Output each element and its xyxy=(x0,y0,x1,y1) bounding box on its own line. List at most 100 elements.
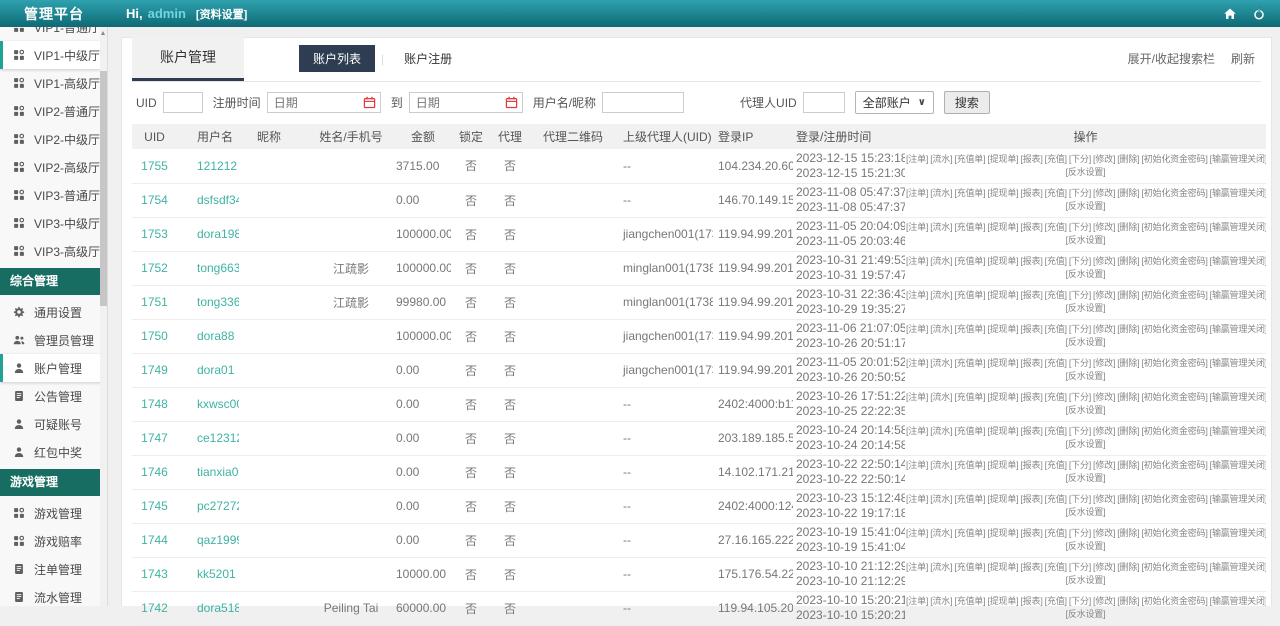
sidebar-item[interactable]: 通用设置 xyxy=(0,298,107,326)
action-link[interactable]: [报表] xyxy=(1020,562,1042,572)
action-link[interactable]: [删除] xyxy=(1117,426,1139,436)
action-link[interactable]: [输赢管理关闭] xyxy=(1210,188,1266,198)
action-link[interactable]: [流水] xyxy=(930,222,952,232)
refresh-link[interactable]: 刷新 xyxy=(1231,50,1255,67)
uid-link[interactable]: 1750 xyxy=(141,329,168,343)
tab-account-list[interactable]: 账户列表 xyxy=(299,45,375,72)
action-link[interactable]: [删除] xyxy=(1117,562,1139,572)
action-link[interactable]: [修改] xyxy=(1093,154,1115,164)
action-link[interactable]: [充值单] xyxy=(954,290,985,300)
uid-link[interactable]: 1751 xyxy=(141,295,168,309)
username-link[interactable]: dora5188 xyxy=(197,601,239,615)
sidebar-item[interactable]: 游戏赔率 xyxy=(0,527,107,555)
action-link[interactable]: [报表] xyxy=(1020,426,1042,436)
action-link[interactable]: [初始化资金密码] xyxy=(1141,392,1207,402)
logout-power-icon[interactable] xyxy=(1252,7,1266,21)
action-link[interactable]: [注单] xyxy=(906,222,928,232)
action-link[interactable]: [注单] xyxy=(906,494,928,504)
action-link[interactable]: [报表] xyxy=(1020,528,1042,538)
sidebar-scrollbar[interactable] xyxy=(100,27,107,606)
action-link[interactable]: [提现单] xyxy=(987,596,1018,606)
action-link[interactable]: [报表] xyxy=(1020,460,1042,470)
action-link[interactable]: [输赢管理关闭] xyxy=(1210,324,1266,334)
action-link[interactable]: [下分] xyxy=(1069,358,1091,368)
username-link[interactable]: 121212 xyxy=(197,159,237,173)
action-link[interactable]: [输赢管理关闭] xyxy=(1210,562,1266,572)
reg-date-to-field[interactable] xyxy=(409,92,523,113)
uid-link[interactable]: 1754 xyxy=(141,193,168,207)
action-link[interactable]: [流水] xyxy=(930,290,952,300)
search-button[interactable]: 搜索 xyxy=(944,91,990,114)
action-link[interactable]: [报表] xyxy=(1020,324,1042,334)
username-link[interactable]: qaz1999 xyxy=(197,533,239,547)
action-link[interactable]: [反水设置] xyxy=(1066,405,1106,415)
action-link[interactable]: [输赢管理关闭] xyxy=(1210,222,1266,232)
username-link[interactable]: dora1988 xyxy=(197,227,239,241)
action-link[interactable]: [输赢管理关闭] xyxy=(1210,154,1266,164)
username-link[interactable]: dora01 xyxy=(197,363,234,377)
uid-link[interactable]: 1747 xyxy=(141,431,168,445)
profile-settings-link[interactable]: [资料设置] xyxy=(196,6,247,22)
sidebar-item[interactable]: VIP2-普通厅 xyxy=(0,97,107,125)
action-link[interactable]: [初始化资金密码] xyxy=(1141,596,1207,606)
action-link[interactable]: [报表] xyxy=(1020,392,1042,402)
action-link[interactable]: [注单] xyxy=(906,392,928,402)
action-link[interactable]: [注单] xyxy=(906,256,928,266)
action-link[interactable]: [充值单] xyxy=(954,188,985,198)
action-link[interactable]: [输赢管理关闭] xyxy=(1210,392,1266,402)
action-link[interactable]: [充值] xyxy=(1045,528,1067,538)
reg-date-to-input[interactable] xyxy=(414,95,505,111)
action-link[interactable]: [删除] xyxy=(1117,222,1139,232)
action-link[interactable]: [下分] xyxy=(1069,222,1091,232)
sidebar-item[interactable]: VIP1-中级厅 xyxy=(0,41,107,69)
action-link[interactable]: [提现单] xyxy=(987,392,1018,402)
sidebar-item[interactable]: 注单管理 xyxy=(0,555,107,583)
action-link[interactable]: [报表] xyxy=(1020,494,1042,504)
sidebar-item[interactable]: 游戏管理 xyxy=(0,499,107,527)
action-link[interactable]: [删除] xyxy=(1117,290,1139,300)
action-link[interactable]: [删除] xyxy=(1117,460,1139,470)
action-link[interactable]: [删除] xyxy=(1117,528,1139,538)
uid-link[interactable]: 1746 xyxy=(141,465,168,479)
action-link[interactable]: [充值] xyxy=(1045,460,1067,470)
action-link[interactable]: [输赢管理关闭] xyxy=(1210,460,1266,470)
action-link[interactable]: [注单] xyxy=(906,596,928,606)
action-link[interactable]: [删除] xyxy=(1117,494,1139,504)
action-link[interactable]: [充值单] xyxy=(954,460,985,470)
action-link[interactable]: [报表] xyxy=(1020,596,1042,606)
action-link[interactable]: [反水设置] xyxy=(1066,473,1106,483)
action-link[interactable]: [下分] xyxy=(1069,494,1091,504)
action-link[interactable]: [修改] xyxy=(1093,562,1115,572)
sidebar-item[interactable]: VIP1-普通厅 xyxy=(0,27,107,41)
action-link[interactable]: [注单] xyxy=(906,426,928,436)
action-link[interactable]: [初始化资金密码] xyxy=(1141,494,1207,504)
action-link[interactable]: [修改] xyxy=(1093,188,1115,198)
action-link[interactable]: [提现单] xyxy=(987,256,1018,266)
username-link[interactable]: tong6633 xyxy=(197,261,239,275)
action-link[interactable]: [提现单] xyxy=(987,460,1018,470)
sidebar-item[interactable]: 账户管理 xyxy=(0,354,107,382)
action-link[interactable]: [充值] xyxy=(1045,256,1067,266)
action-link[interactable]: [下分] xyxy=(1069,154,1091,164)
action-link[interactable]: [流水] xyxy=(930,324,952,334)
action-link[interactable]: [修改] xyxy=(1093,460,1115,470)
action-link[interactable]: [修改] xyxy=(1093,222,1115,232)
sidebar-item[interactable]: VIP2-中级厅 xyxy=(0,125,107,153)
action-link[interactable]: [下分] xyxy=(1069,562,1091,572)
action-link[interactable]: [修改] xyxy=(1093,324,1115,334)
action-link[interactable]: [充值单] xyxy=(954,154,985,164)
sidebar-item[interactable]: 流水管理 xyxy=(0,583,107,606)
action-link[interactable]: [注单] xyxy=(906,460,928,470)
uid-link[interactable]: 1748 xyxy=(141,397,168,411)
action-link[interactable]: [修改] xyxy=(1093,494,1115,504)
action-link[interactable]: [注单] xyxy=(906,154,928,164)
username-link[interactable]: kk5201 xyxy=(197,567,236,581)
action-link[interactable]: [提现单] xyxy=(987,358,1018,368)
action-link[interactable]: [注单] xyxy=(906,290,928,300)
action-link[interactable]: [反水设置] xyxy=(1066,269,1106,279)
action-link[interactable]: [输赢管理关闭] xyxy=(1210,290,1266,300)
action-link[interactable]: [充值单] xyxy=(954,256,985,266)
action-link[interactable]: [输赢管理关闭] xyxy=(1210,358,1266,368)
action-link[interactable]: [充值单] xyxy=(954,596,985,606)
action-link[interactable]: [充值] xyxy=(1045,324,1067,334)
